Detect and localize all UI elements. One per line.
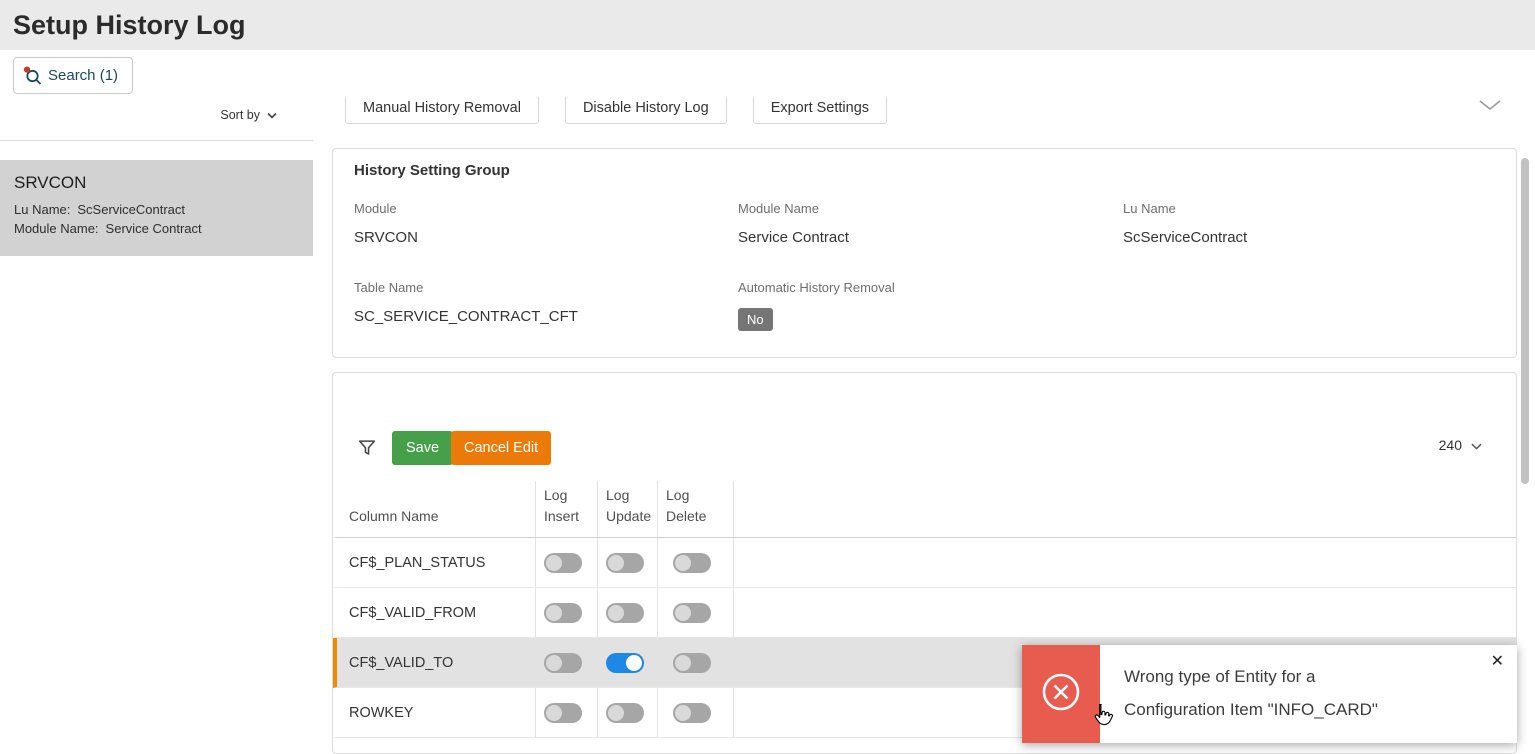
field-label: Table Name bbox=[354, 280, 424, 295]
page-title: Setup History Log bbox=[13, 9, 246, 40]
log-insert-toggle[interactable] bbox=[544, 602, 582, 623]
sidebar-item-srvcon[interactable]: SRVCON Lu Name: ScServiceContract Module … bbox=[0, 160, 313, 256]
sidebar-item-module-name: Module Name: Service Contract bbox=[14, 221, 299, 236]
error-circle-x-icon bbox=[1041, 672, 1081, 717]
collapse-chevron-icon[interactable] bbox=[1479, 98, 1501, 116]
search-tab[interactable]: Search (1) bbox=[13, 57, 134, 94]
col-header-log-delete: Log Delete bbox=[658, 481, 734, 537]
module-name-value: Service Contract bbox=[105, 221, 202, 236]
table-row[interactable]: CF$_PLAN_STATUS bbox=[333, 538, 1516, 588]
toast-message: Wrong type of Entity for a Configuration… bbox=[1124, 667, 1378, 719]
log-insert-toggle[interactable] bbox=[544, 652, 582, 673]
sidebar-item-lu-name: Lu Name: ScServiceContract bbox=[14, 202, 299, 217]
field-value: Service Contract bbox=[738, 229, 849, 246]
module-name-label: Module Name: bbox=[14, 221, 99, 236]
field-table-name: Table Name SC_SERVICE_CONTRACT_CFT bbox=[354, 280, 578, 325]
column-name-cell: ROWKEY bbox=[337, 688, 536, 737]
lu-name-label: Lu Name: bbox=[14, 202, 71, 217]
col-header-filler bbox=[734, 481, 1516, 537]
chevron-down-icon bbox=[1471, 437, 1482, 453]
table-row[interactable]: CF$_VALID_FROM bbox=[333, 588, 1516, 638]
tab-label: Disable History Log bbox=[582, 100, 709, 116]
page-size-dropdown[interactable]: 240 bbox=[1439, 437, 1482, 453]
log-delete-toggle[interactable] bbox=[673, 602, 711, 623]
log-delete-toggle[interactable] bbox=[673, 652, 711, 673]
column-name: CF$_VALID_TO bbox=[349, 654, 454, 671]
col-header-column-name: Column Name bbox=[337, 481, 536, 537]
log-update-toggle[interactable] bbox=[606, 602, 644, 623]
log-update-toggle[interactable] bbox=[606, 702, 644, 723]
search-icon bbox=[23, 66, 43, 86]
page-size-value: 240 bbox=[1438, 437, 1462, 453]
field-module-name: Module Name Service Contract bbox=[738, 201, 849, 246]
sort-row: Sort by bbox=[0, 97, 313, 141]
tab-disable-history-log[interactable]: Disable History Log bbox=[564, 97, 727, 124]
log-delete-toggle[interactable] bbox=[673, 552, 711, 573]
app-header: Setup History Log bbox=[0, 0, 1535, 50]
col-header-log-update: Log Update bbox=[598, 481, 658, 537]
column-name-cell: CF$_PLAN_STATUS bbox=[337, 538, 536, 587]
column-name-cell: CF$_VALID_TO bbox=[337, 638, 536, 687]
field-value: SRVCON bbox=[354, 229, 418, 246]
search-tab-label: Search (1) bbox=[48, 67, 119, 84]
card-title: History Setting Group bbox=[354, 162, 510, 179]
field-module: Module SRVCON bbox=[354, 201, 418, 246]
log-update-toggle[interactable] bbox=[606, 652, 644, 673]
sidebar-item-title: SRVCON bbox=[14, 173, 87, 192]
save-button[interactable]: Save bbox=[392, 431, 454, 465]
column-name: CF$_VALID_FROM bbox=[349, 604, 477, 621]
tab-manual-history-removal[interactable]: Manual History Removal bbox=[345, 97, 539, 124]
filter-icon[interactable] bbox=[356, 437, 378, 459]
vertical-scrollbar-thumb[interactable] bbox=[1521, 158, 1529, 484]
sort-by-dropdown[interactable]: Sort by bbox=[220, 108, 277, 122]
column-name: ROWKEY bbox=[349, 704, 414, 721]
column-name: CF$_PLAN_STATUS bbox=[349, 554, 486, 571]
field-label: Module bbox=[354, 201, 397, 216]
field-lu-name: Lu Name ScServiceContract bbox=[1123, 201, 1247, 246]
sidebar: Sort by SRVCON Lu Name: ScServiceContract… bbox=[0, 97, 313, 753]
table-header-row: Column Name Log Insert Log Update Log De… bbox=[333, 481, 1516, 538]
field-automatic-history-removal: Automatic History Removal No bbox=[738, 280, 895, 331]
field-value: ScServiceContract bbox=[1123, 229, 1248, 246]
field-label: Module Name bbox=[738, 201, 819, 216]
log-insert-toggle[interactable] bbox=[544, 702, 582, 723]
field-value: SC_SERVICE_CONTRACT_CFT bbox=[354, 308, 578, 325]
lu-name-value: ScServiceContract bbox=[77, 202, 186, 217]
sort-by-label: Sort by bbox=[220, 108, 260, 122]
row-filler bbox=[734, 538, 1516, 587]
error-toast: Wrong type of Entity for a Configuration… bbox=[1022, 645, 1517, 743]
notification-dot bbox=[23, 66, 31, 73]
tabs-row: Manual History Removal Disable History L… bbox=[332, 97, 1517, 124]
log-delete-toggle[interactable] bbox=[673, 702, 711, 723]
error-icon-block bbox=[1022, 645, 1100, 743]
field-label: Lu Name bbox=[1123, 201, 1176, 216]
chevron-down-icon bbox=[267, 108, 277, 122]
tab-label: Export Settings bbox=[770, 100, 870, 116]
column-name-cell: CF$_VALID_FROM bbox=[337, 588, 536, 637]
col-header-log-insert: Log Insert bbox=[536, 481, 598, 537]
history-setting-group-card: History Setting Group Module SRVCON Modu… bbox=[332, 148, 1517, 358]
cancel-edit-button[interactable]: Cancel Edit bbox=[451, 431, 552, 465]
row-filler bbox=[734, 588, 1516, 637]
log-update-toggle[interactable] bbox=[606, 552, 644, 573]
tab-label: Manual History Removal bbox=[363, 100, 521, 116]
log-insert-toggle[interactable] bbox=[544, 552, 582, 573]
tab-export-settings[interactable]: Export Settings bbox=[752, 97, 888, 124]
search-row: Search (1) bbox=[0, 50, 1535, 97]
tabs-inner: Manual History Removal Disable History L… bbox=[345, 97, 888, 124]
status-badge: No bbox=[738, 308, 773, 331]
toast-close-button[interactable]: ✕ bbox=[1491, 654, 1504, 670]
field-label: Automatic History Removal bbox=[738, 280, 895, 295]
